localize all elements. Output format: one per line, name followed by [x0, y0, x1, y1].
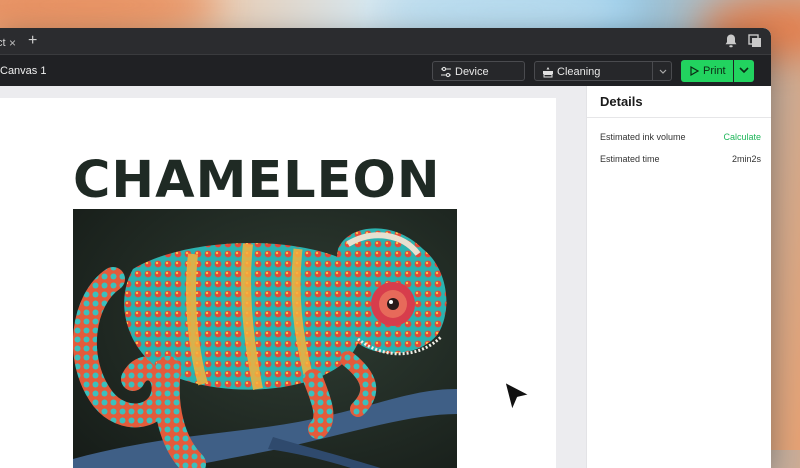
cleaning-equipment-button[interactable]: Cleaning equipment [534, 61, 653, 98]
calculate-link[interactable]: Calculate [723, 126, 761, 148]
sliders-icon [441, 66, 451, 78]
detail-row-ink-volume: Estimated ink volume Calculate [587, 126, 771, 148]
chevron-down-icon [659, 69, 667, 74]
print-canvas-sheet[interactable]: CHAMELEON [0, 98, 556, 468]
cleaning-equipment-dropdown[interactable] [652, 61, 672, 81]
canvas-workspace[interactable]: CHAMELEON [0, 86, 586, 468]
bell-icon[interactable] [724, 33, 738, 49]
chameleon-illustration [73, 209, 457, 468]
detail-label: Estimated ink volume [600, 132, 686, 142]
app-window: ct × + Canvas 1 Device control [0, 28, 771, 468]
print-label: Print [703, 65, 726, 77]
tab-close-icon[interactable]: × [9, 32, 16, 54]
cleaning-tray-icon [543, 67, 553, 78]
detail-row-estimated-time: Estimated time 2min2s [587, 148, 771, 170]
print-dropdown[interactable] [734, 60, 754, 82]
poster-title: CHAMELEON [73, 151, 441, 210]
detail-label: Estimated time [600, 154, 660, 164]
play-icon [690, 66, 699, 76]
chameleon-image[interactable] [73, 209, 457, 468]
details-title: Details [587, 86, 771, 118]
device-control-button[interactable]: Device control [432, 61, 525, 98]
tab-label: ct [0, 37, 6, 49]
copy-windows-icon[interactable] [748, 33, 762, 49]
mouse-pointer-icon [502, 379, 533, 414]
new-tab-icon[interactable]: + [28, 31, 37, 51]
title-bar: ct × + [0, 28, 771, 54]
detail-value: 2min2s [731, 154, 761, 164]
print-button[interactable]: Print [681, 60, 733, 82]
chevron-down-icon [739, 67, 749, 74]
tab-active[interactable]: ct × [0, 32, 22, 54]
details-panel: Details Estimated ink volume Calculate E… [586, 86, 771, 468]
toolbar: Canvas 1 Device control Cleaning equipme… [0, 54, 771, 98]
canvas-name[interactable]: Canvas 1 [0, 55, 46, 87]
